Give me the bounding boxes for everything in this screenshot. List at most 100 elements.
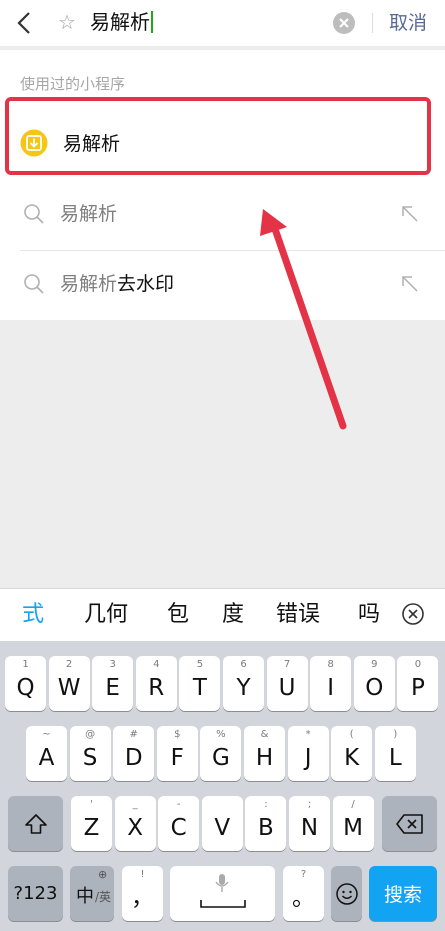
letter-key[interactable]: (K [331,726,373,781]
cancel-button[interactable]: 取消 [389,9,427,37]
key-secondary: ? [300,869,307,880]
space-key[interactable] [170,866,275,921]
comma-key[interactable]: ! ， [122,866,163,921]
candidate-word[interactable]: 错误 [276,589,320,641]
search-key[interactable]: 搜索 [369,866,437,921]
mini-program-logo-icon [20,129,48,157]
used-mini-program-item[interactable]: 易解析 [0,101,445,173]
letter-key[interactable]: 3E [92,656,134,711]
search-query-text: 易解析 [90,10,150,34]
letter-key[interactable]: ; N [289,796,330,851]
suggestion-match-text: 易解析 [60,273,118,295]
language-switch-key[interactable]: 中 /英 ⊕ [70,866,114,921]
header-divider [372,13,373,33]
fill-query-arrow-icon[interactable] [398,272,422,296]
letter-key[interactable]: _ X [114,796,156,851]
letter-key[interactable]: 9O [353,656,395,711]
key-secondary: 2 [65,659,73,670]
key-secondary: * [305,729,311,740]
letter-key[interactable]: :B [245,796,287,851]
letter-key[interactable]: # D [113,726,155,781]
letter-key[interactable]: 6Y [223,656,264,711]
candidate-word[interactable]: 包 [167,589,189,641]
key-secondary: # [129,729,138,740]
key-secondary: @ [85,729,96,740]
letter-key[interactable]: 8I [310,656,352,711]
key-primary: L [388,745,402,771]
key-secondary: ! [140,869,145,880]
search-icon [24,274,44,294]
key-secondary: ) [393,729,398,740]
search-input[interactable]: 易解析 [90,8,153,36]
key-secondary: ( [349,729,354,740]
letter-key[interactable]: / M [332,796,374,851]
key-secondary: 4 [153,659,160,670]
key-secondary: : [264,799,268,810]
keyboard: 1Q2W3E4R5T6Y7U8I9O0P ~ A @ S # D $ F% G & H * J(K) L … [0,641,445,931]
period-key[interactable]: ? 。 [283,866,324,921]
key-secondary: 8 [327,659,334,670]
letter-key[interactable]: -C [158,796,200,851]
key-secondary: ~ [42,729,51,740]
back-arrow-icon[interactable] [10,8,40,38]
search-suggestion-item[interactable]: 易解析 [0,182,445,248]
key-secondary: 1 [22,659,29,670]
letter-key[interactable]: & H [244,726,285,781]
key-secondary: $ [174,729,181,740]
key-primary: J [304,745,312,771]
key-primary: E [105,675,120,701]
key-secondary: / [351,799,355,810]
letter-key[interactable]: 4R [135,656,177,711]
search-key-label: 搜索 [383,884,422,906]
space-bar-icon [200,900,246,908]
suggestion-text: 易解析去水印 [60,270,174,298]
key-primary: S [82,745,98,771]
backspace-key[interactable] [382,796,437,851]
letter-key[interactable]: @ S [69,726,111,781]
candidate-word[interactable]: 几何 [84,589,128,641]
letter-key[interactable]: $ F [156,726,198,781]
key-primary: O [365,675,384,701]
clear-search-button[interactable] [333,12,355,34]
letter-key[interactable]: 2W [48,656,90,711]
suggestion-rest-text: 去水印 [117,273,175,295]
collapse-candidates-icon[interactable] [400,601,426,627]
letter-key[interactable]: 1Q [5,656,46,711]
key-primary: Y [236,675,251,701]
letter-key[interactable]: ) L [374,726,416,781]
key-primary: N [300,815,319,841]
letter-key[interactable]: 0P [397,656,439,711]
search-suggestion-item[interactable]: 易解析去水印 [0,252,445,318]
clear-x-icon [339,18,349,28]
key-primary: Q [16,675,35,701]
key-secondary: & [260,729,269,740]
key-primary: K [344,745,360,771]
emoji-key[interactable] [331,866,362,921]
letter-key[interactable]: ~ A [26,726,67,781]
letter-key[interactable]: V [201,796,243,851]
candidate-word[interactable]: 吗 [358,589,380,641]
key-secondary: _ [132,799,138,810]
candidate-word[interactable]: 式 [22,589,44,641]
numbers-key[interactable]: ?123 [8,866,63,921]
letter-key[interactable]: 7U [266,656,308,711]
shift-key[interactable] [8,796,63,851]
key-secondary: 9 [371,659,378,670]
key-primary: I [327,675,335,701]
letter-key[interactable]: * J [287,726,329,781]
ime-candidate-bar: 式 几何 包 度 错误 吗 [0,588,445,641]
letter-key[interactable]: ' Z [71,796,112,851]
key-primary: T [192,675,207,701]
letter-key[interactable]: 5T [179,656,221,711]
key-primary: 。 [292,885,315,911]
globe-icon: ⊕ [98,868,108,881]
search-header: ☆ 易解析 取消 [0,0,445,46]
search-icon [24,204,44,224]
microphone-icon [215,874,229,892]
key-primary: C [170,815,187,841]
candidate-word[interactable]: 度 [222,589,244,641]
letter-key[interactable]: % G [200,726,242,781]
fill-query-arrow-icon[interactable] [398,202,422,226]
key-secondary: 6 [240,659,247,670]
search-results: 使用过的小程序 易解析 易解析 易解析去水印 [0,50,445,320]
